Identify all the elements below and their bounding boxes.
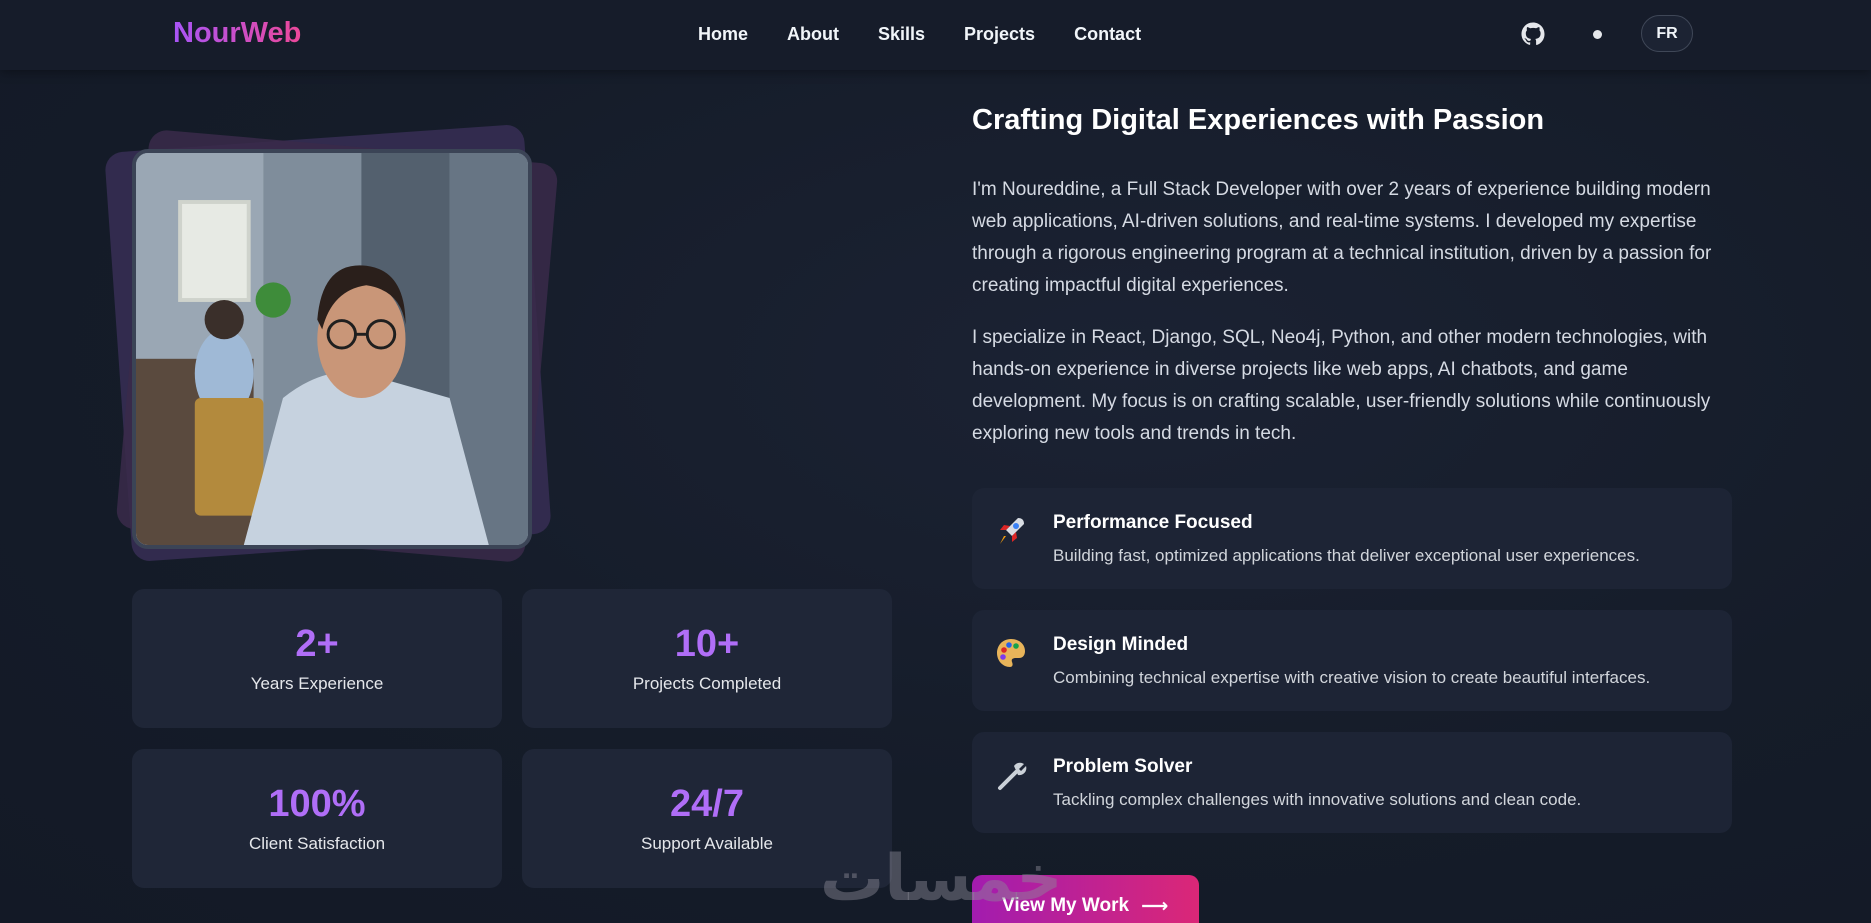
feature-card-problem-solver: Problem Solver Tackling complex challeng… (972, 732, 1732, 833)
rocket-icon (1000, 518, 1024, 544)
nav-home-link[interactable]: Home (698, 24, 748, 45)
about-paragraph-intro: I'm Noureddine, a Full Stack Developer w… (972, 179, 1712, 296)
feature-title: Design Minded (1053, 634, 1189, 655)
stat-label: Client Satisfaction (248, 834, 386, 853)
profile-photo (132, 149, 532, 549)
wrench-icon (998, 762, 1027, 790)
stat-value: 10+ (674, 623, 740, 665)
about-paragraph-skills: I specialize in React, Django, SQL, Neo4… (972, 327, 1711, 444)
stat-card-projects: 10+ Projects Completed (522, 589, 892, 728)
stat-card-satisfaction: 100% Client Satisfaction (132, 749, 502, 888)
stat-value: 100% (268, 783, 366, 825)
nav-projects-link[interactable]: Projects (964, 24, 1035, 45)
site-logo[interactable]: NourWeb (173, 17, 301, 50)
watermark-text: خمسات (820, 842, 1063, 916)
stat-label: Support Available (640, 834, 773, 853)
main-menu: Home About Skills Projects Contact (698, 24, 1141, 45)
language-toggle-button[interactable]: FR (1641, 15, 1693, 52)
about-heading: Crafting Digital Experiences with Passio… (972, 104, 1545, 136)
github-icon[interactable] (1521, 22, 1545, 46)
feature-description: Building fast, optimized applications th… (1053, 546, 1640, 565)
feature-description: Tackling complex challenges with innovat… (1053, 790, 1582, 809)
nav-skills-link[interactable]: Skills (878, 24, 925, 45)
stat-label: Projects Completed (632, 674, 782, 693)
stat-value: 24/7 (670, 783, 744, 825)
stat-card-experience: 2+ Years Experience (132, 589, 502, 728)
nav-about-link[interactable]: About (787, 24, 839, 45)
navbar: NourWeb Home About Skills Projects Conta… (0, 0, 1871, 70)
feature-card-design: Design Minded Combining technical expert… (972, 610, 1732, 711)
stat-label: Years Experience (250, 674, 384, 693)
stat-value: 2+ (295, 623, 339, 665)
feature-title: Problem Solver (1053, 756, 1193, 777)
feature-title: Performance Focused (1053, 512, 1253, 533)
feature-card-performance: Performance Focused Building fast, optim… (972, 488, 1732, 589)
theme-toggle-dot-icon[interactable] (1593, 30, 1602, 39)
feature-description: Combining technical expertise with creat… (1053, 668, 1651, 687)
palette-icon (997, 639, 1025, 667)
arrow-right-icon: ⟶ (1141, 896, 1169, 917)
nav-contact-link[interactable]: Contact (1074, 24, 1141, 45)
